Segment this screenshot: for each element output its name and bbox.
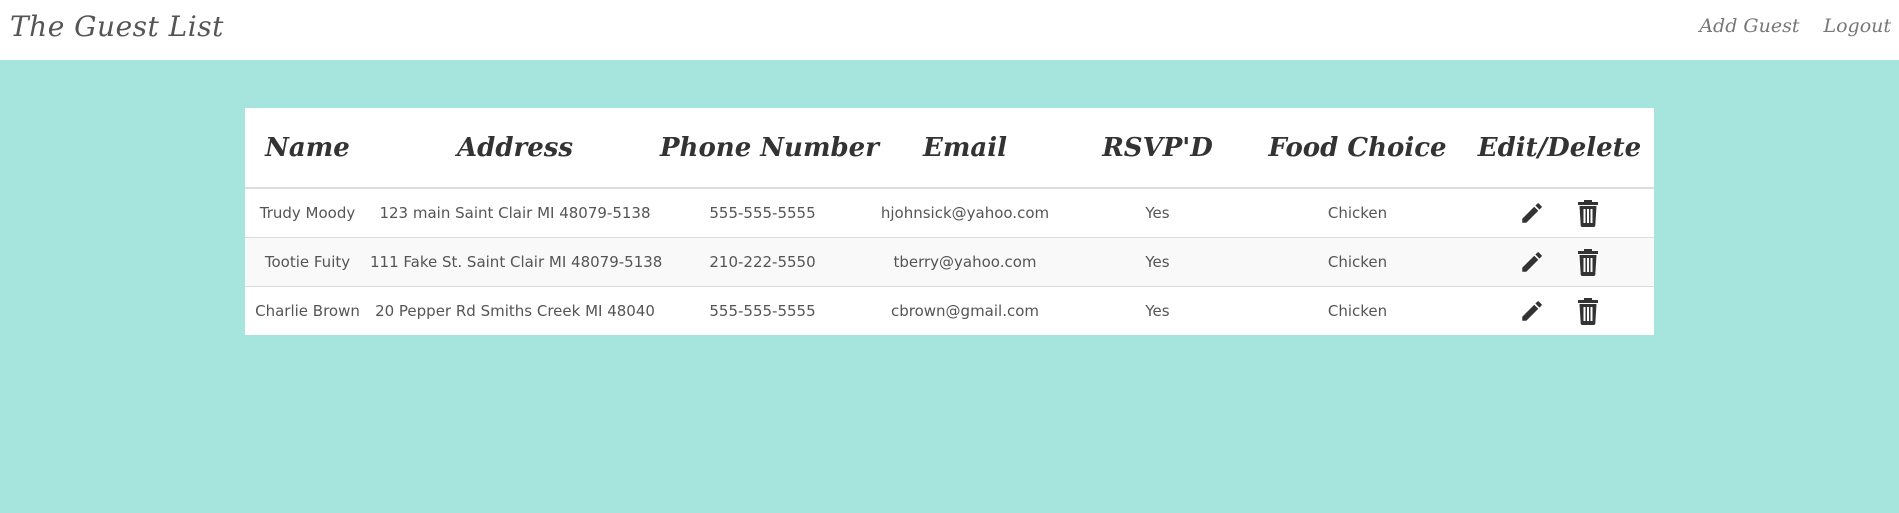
guest-rsvp: Yes bbox=[1065, 286, 1250, 335]
guest-phone: 555-555-5555 bbox=[660, 286, 865, 335]
header-phone: Phone Number bbox=[660, 108, 879, 189]
guest-actions bbox=[1465, 237, 1654, 287]
guest-name: Tootie Fuity bbox=[245, 237, 370, 287]
guest-rsvp: Yes bbox=[1065, 187, 1250, 238]
pencil-icon[interactable] bbox=[1518, 198, 1546, 228]
guest-email: cbrown@gmail.com bbox=[865, 286, 1065, 335]
header-rsvp: RSVP'D bbox=[1065, 108, 1250, 189]
guest-address: 20 Pepper Rd Smiths Creek MI 48040 bbox=[370, 286, 660, 335]
guest-address: 111 Fake St. Saint Clair MI 48079-5138 bbox=[370, 237, 662, 287]
guest-food-choice: Chicken bbox=[1250, 286, 1465, 335]
header-food-choice: Food Choice bbox=[1250, 108, 1465, 189]
guest-name: Trudy Moody bbox=[245, 187, 370, 238]
table-row: Charlie Brown 20 Pepper Rd Smiths Creek … bbox=[245, 286, 1654, 335]
guest-actions bbox=[1465, 187, 1654, 238]
pencil-icon[interactable] bbox=[1518, 247, 1546, 277]
guest-table-container: Name Address Phone Number Email RSVP'D F… bbox=[245, 108, 1654, 335]
add-guest-link[interactable]: Add Guest bbox=[1699, 15, 1799, 37]
guest-rsvp: Yes bbox=[1065, 237, 1250, 287]
header-address: Address bbox=[370, 108, 660, 189]
guest-table: Name Address Phone Number Email RSVP'D F… bbox=[245, 108, 1654, 335]
navbar: The Guest List Add Guest Logout bbox=[0, 0, 1899, 60]
trash-icon[interactable] bbox=[1574, 198, 1602, 228]
table-row: Tootie Fuity 111 Fake St. Saint Clair MI… bbox=[245, 237, 1654, 287]
header-email: Email bbox=[865, 108, 1065, 189]
table-header-row: Name Address Phone Number Email RSVP'D F… bbox=[245, 108, 1654, 189]
header-edit-delete: Edit/Delete bbox=[1465, 108, 1654, 189]
guest-phone: 210-222-5550 bbox=[660, 237, 865, 287]
guest-food-choice: Chicken bbox=[1250, 187, 1465, 238]
guest-food-choice: Chicken bbox=[1250, 237, 1465, 287]
guest-email: tberry@yahoo.com bbox=[865, 237, 1065, 287]
nav-links: Add Guest Logout bbox=[1699, 15, 1891, 37]
logout-link[interactable]: Logout bbox=[1823, 15, 1891, 37]
guest-phone: 555-555-5555 bbox=[660, 187, 865, 238]
guest-email: hjohnsick@yahoo.com bbox=[865, 187, 1065, 238]
trash-icon[interactable] bbox=[1574, 247, 1602, 277]
table-row: Trudy Moody 123 main Saint Clair MI 4807… bbox=[245, 187, 1654, 238]
trash-icon[interactable] bbox=[1574, 296, 1602, 326]
pencil-icon[interactable] bbox=[1518, 296, 1546, 326]
guest-address: 123 main Saint Clair MI 48079-5138 bbox=[370, 187, 660, 238]
brand-logo[interactable]: The Guest List bbox=[10, 10, 224, 43]
guest-actions bbox=[1465, 286, 1654, 335]
header-name: Name bbox=[245, 108, 370, 189]
guest-name: Charlie Brown bbox=[245, 286, 370, 335]
